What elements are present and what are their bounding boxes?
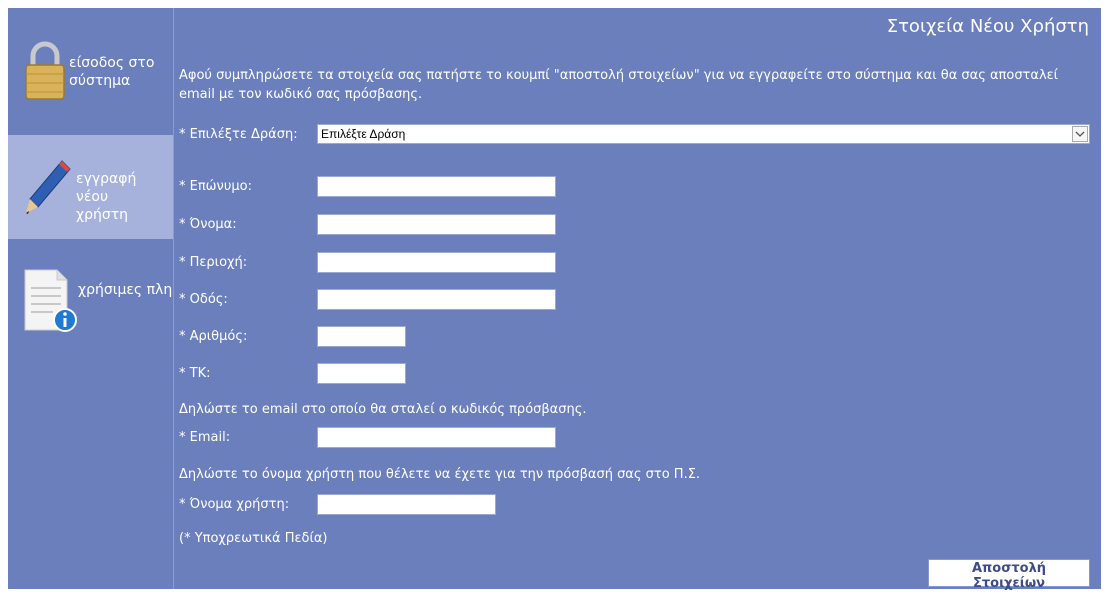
- pencil-icon: [26, 160, 71, 214]
- sidebar-item-label: είσοδος στο σύστημα: [69, 55, 155, 89]
- sidebar: είσοδος στο σύστημα εγγραφή νέου χρήστη: [8, 8, 174, 589]
- action-select[interactable]: Επιλέξτε Δράση: [317, 124, 1090, 144]
- region-field[interactable]: [317, 252, 556, 273]
- registration-form: Στοιχεία Νέου Χρήστη Αφού συμπληρώσετε τ…: [174, 8, 1101, 591]
- number-label: * Αριθμός:: [179, 329, 248, 344]
- sidebar-item-register[interactable]: εγγραφή νέου χρήστη: [8, 135, 173, 239]
- number-field[interactable]: [317, 326, 406, 347]
- username-field[interactable]: [317, 494, 496, 515]
- action-selected-value: Επιλέξτε Δράση: [321, 127, 406, 141]
- sidebar-item-label: εγγραφή νέου χρήστη: [76, 171, 137, 223]
- sidebar-item-login[interactable]: είσοδος στο σύστημα: [8, 8, 173, 133]
- padlock-icon: [25, 41, 65, 100]
- chevron-down-icon: [1075, 131, 1085, 137]
- email-field[interactable]: [317, 427, 556, 448]
- email-note: Δηλώστε το email στο οποίο θα σταλεί ο κ…: [179, 402, 587, 417]
- action-label: * Επιλέξτε Δράση:: [179, 127, 298, 142]
- street-label: * Οδός:: [179, 292, 228, 307]
- name-label: * Όνομα:: [179, 217, 237, 232]
- required-fields-note: (* Υποχρεωτικά Πεδία): [179, 531, 328, 546]
- surname-field[interactable]: [317, 176, 556, 197]
- street-field[interactable]: [317, 289, 556, 310]
- postcode-label: * ΤΚ:: [179, 366, 211, 381]
- name-field[interactable]: [317, 214, 556, 235]
- intro-text: Αφού συμπληρώσετε τα στοιχεία σας πατήστ…: [179, 68, 1059, 102]
- email-label: * Email:: [179, 430, 231, 445]
- surname-label: * Επώνυμο:: [179, 179, 252, 194]
- dropdown-button[interactable]: [1072, 126, 1088, 142]
- document-info-icon: [24, 269, 77, 332]
- username-label: * Όνομα χρήστη:: [179, 497, 290, 512]
- sidebar-item-info[interactable]: χρήσιμες πληροφορίες: [8, 248, 173, 348]
- page-title: Στοιχεία Νέου Χρήστη: [886, 16, 1089, 37]
- submit-button[interactable]: Αποστολή Στοιχείων: [928, 559, 1090, 591]
- sidebar-item-label: χρήσιμες πληροφορίες: [78, 282, 173, 298]
- region-label: * Περιοχή:: [179, 255, 248, 270]
- page-frame: είσοδος στο σύστημα εγγραφή νέου χρήστη: [8, 8, 1101, 591]
- username-note: Δηλώστε το όνομα χρήστη που θέλετε να έχ…: [179, 467, 701, 482]
- postcode-field[interactable]: [317, 363, 406, 384]
